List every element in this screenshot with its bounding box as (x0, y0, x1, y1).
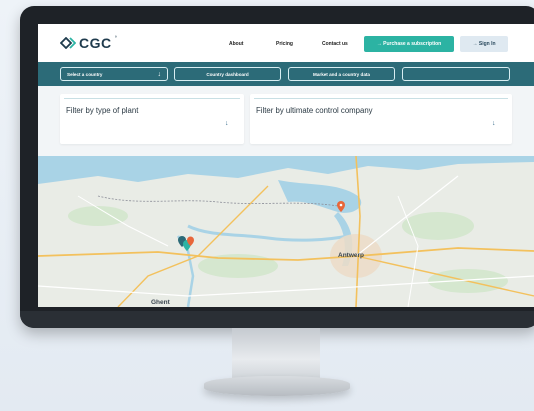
logo-text: CGC (79, 35, 112, 51)
map-label-antwerp: Antwerp (338, 252, 364, 259)
monitor-chin (20, 311, 534, 328)
company-filter[interactable]: Filter by ultimate control company ↓ (250, 94, 512, 144)
monitor-screen: CGC ° About Pricing Contact us → Purchas… (38, 24, 534, 307)
logo-mark-icon (60, 37, 76, 49)
country-dashboard-button[interactable]: Country dashboard (174, 67, 281, 81)
nav-pricing[interactable]: Pricing (276, 41, 293, 47)
manufacturing-data-button[interactable] (402, 67, 510, 81)
market-data-button[interactable]: Market and a country data (288, 67, 395, 81)
map-label-ghent: Ghent (151, 299, 170, 306)
plant-type-filter[interactable]: Filter by type of plant ↓ (60, 94, 244, 144)
estuary-area (278, 180, 362, 213)
highway (117, 185, 269, 307)
country-toolbar: Select a country ↓ Country dashboard Mar… (38, 62, 534, 86)
chevron-down-icon[interactable]: ↓ (225, 120, 229, 127)
divider (64, 98, 240, 99)
sign-in-button[interactable]: → Sign In (460, 36, 508, 52)
sea-area (38, 156, 534, 184)
chevron-down-icon: ↓ (157, 70, 162, 78)
monitor-stand-foot (204, 376, 350, 396)
background: CGC ° About Pricing Contact us → Purchas… (0, 0, 534, 411)
highway (38, 247, 534, 261)
map-canvas (38, 156, 534, 307)
monitor-stand-neck (232, 328, 320, 380)
logo-mark: ° (114, 36, 118, 42)
highway (355, 156, 361, 307)
nav-about[interactable]: About (229, 41, 243, 47)
site-header: CGC ° About Pricing Contact us → Purchas… (38, 24, 534, 62)
plant-filter-title: Filter by type of plant (66, 106, 139, 115)
nav-contact[interactable]: Contact us (322, 41, 348, 47)
green-area (402, 212, 474, 240)
select-country-label: Select a country (67, 71, 103, 77)
filter-section: Filter by type of plant ↓ Filter by ulti… (38, 86, 534, 156)
divider (254, 98, 508, 99)
canal-line (187, 224, 349, 242)
company-filter-title: Filter by ultimate control company (256, 106, 373, 115)
select-country-dropdown[interactable]: Select a country ↓ (60, 67, 168, 81)
logo[interactable]: CGC ° (60, 35, 117, 51)
purchase-subscription-button[interactable]: → Purchase a subscription (364, 36, 454, 52)
chevron-down-icon[interactable]: ↓ (492, 120, 496, 127)
plants-map[interactable]: Antwerp Ghent (38, 156, 534, 307)
green-area (68, 206, 128, 226)
